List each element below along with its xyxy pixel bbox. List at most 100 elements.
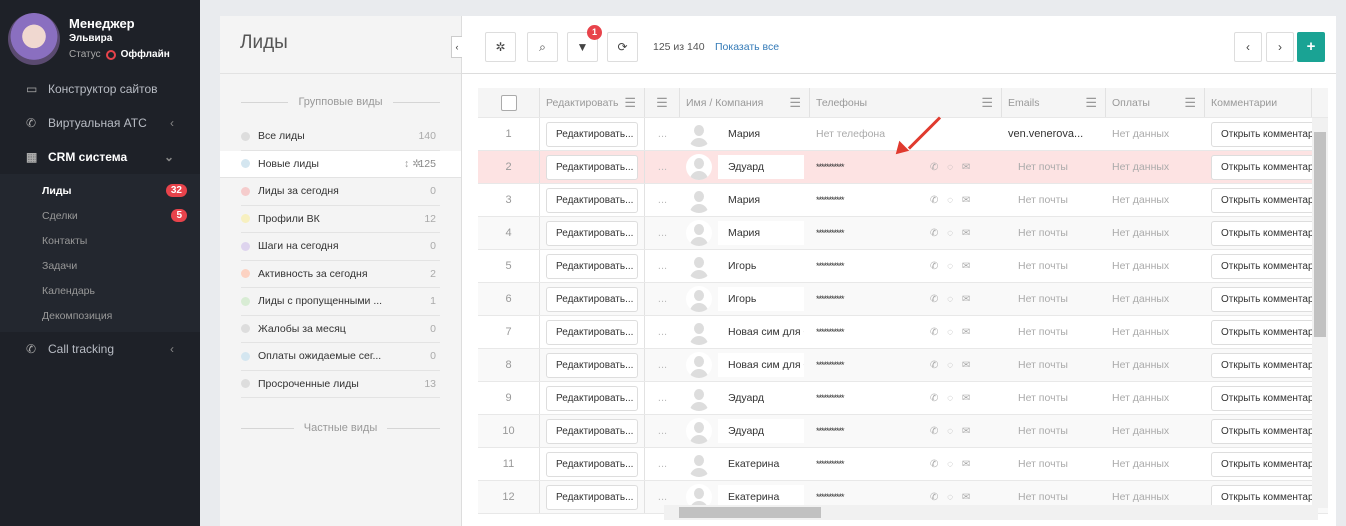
status[interactable]: Статус Оффлайн [69, 49, 170, 60]
chat-icon[interactable]: ◌ [947, 459, 953, 470]
row-actions[interactable]: ... [645, 316, 680, 348]
chat-icon[interactable]: ◌ [947, 426, 953, 437]
column-menu-icon[interactable]: ☰ [1085, 95, 1097, 111]
row-actions[interactable]: ... [645, 151, 680, 183]
open-comments-button[interactable]: Открыть комментарии [1211, 319, 1312, 345]
show-all-link[interactable]: Показать все [715, 41, 779, 53]
scroll-thumb[interactable] [679, 507, 821, 518]
lead-name[interactable]: Екатерина [718, 452, 804, 476]
add-lead-button[interactable]: + [1297, 32, 1325, 62]
open-comments-button[interactable]: Открыть комментарии [1211, 187, 1312, 213]
nav-call-tracking[interactable]: ✆ Call tracking ‹ [0, 332, 200, 366]
open-comments-button[interactable]: Открыть комментарии [1211, 220, 1312, 246]
chat-icon[interactable]: ◌ [947, 195, 953, 206]
edit-button[interactable]: Редактировать... [546, 187, 638, 213]
lead-name[interactable]: Новая сим для С [718, 320, 804, 344]
edit-button[interactable]: Редактировать... [546, 154, 638, 180]
lead-name[interactable]: Новая сим для С [718, 353, 804, 377]
table-row[interactable]: 4 Редактировать... ... Мария ***********… [478, 217, 1328, 250]
sidebar-item-deals[interactable]: Сделки 5 [0, 203, 200, 228]
table-row[interactable]: 5 Редактировать... ... Игорь ***********… [478, 250, 1328, 283]
mail-icon[interactable]: ✉ [962, 459, 970, 470]
phone-icon[interactable]: ✆ [930, 228, 938, 239]
open-comments-button[interactable]: Открыть комментарии [1211, 121, 1312, 147]
row-actions[interactable]: ... [645, 283, 680, 315]
table-row[interactable]: 3 Редактировать... ... Мария ***********… [478, 184, 1328, 217]
phone-icon[interactable]: ✆ [930, 162, 938, 173]
sidebar-item-contacts[interactable]: Контакты [0, 228, 200, 253]
search-button[interactable]: ⌕ [527, 32, 558, 62]
table-row[interactable]: 7 Редактировать... ... Новая сим для С *… [478, 316, 1328, 349]
lead-name[interactable]: Игорь [718, 254, 804, 278]
table-row[interactable]: 11 Редактировать... ... Екатерина ******… [478, 448, 1328, 481]
row-actions[interactable]: ... [645, 415, 680, 447]
column-menu-icon[interactable]: ☰ [624, 95, 636, 111]
open-comments-button[interactable]: Открыть комментарии [1211, 352, 1312, 378]
phone-icon[interactable]: ✆ [930, 360, 938, 371]
row-actions[interactable]: ... [645, 184, 680, 216]
chat-icon[interactable]: ◌ [947, 393, 953, 404]
phone-icon[interactable]: ✆ [930, 426, 938, 437]
header-actions[interactable]: ☰ [645, 88, 680, 117]
header-emails[interactable]: Emails ☰ [1002, 88, 1106, 117]
row-actions[interactable]: ... [645, 448, 680, 480]
edit-button[interactable]: Редактировать... [546, 451, 638, 477]
mail-icon[interactable]: ✉ [962, 360, 970, 371]
column-menu-icon[interactable]: ☰ [789, 95, 801, 111]
settings-button[interactable]: ✲ [485, 32, 516, 62]
group-view-item[interactable]: Активность за сегодня 2 [241, 261, 440, 288]
sidebar-item-tasks[interactable]: Задачи [0, 253, 200, 278]
table-row[interactable]: 8 Редактировать... ... Новая сим для С *… [478, 349, 1328, 382]
mail-icon[interactable]: ✉ [962, 195, 970, 206]
header-comments[interactable]: Комментарии [1205, 88, 1312, 117]
row-actions[interactable]: ... [645, 382, 680, 414]
mail-icon[interactable]: ✉ [962, 228, 970, 239]
phone-icon[interactable]: ✆ [930, 459, 938, 470]
chat-icon[interactable]: ◌ [947, 360, 953, 371]
refresh-button[interactable]: ⟳ [607, 32, 638, 62]
row-actions[interactable]: ... [645, 250, 680, 282]
next-button[interactable]: › [1266, 32, 1294, 62]
group-view-item[interactable]: Лиды за сегодня 0 [241, 178, 440, 206]
edit-button[interactable]: Редактировать... [546, 121, 638, 147]
lead-name[interactable]: Мария [718, 188, 804, 212]
mail-icon[interactable]: ✉ [962, 294, 970, 305]
chat-icon[interactable]: ◌ [947, 492, 953, 503]
group-view-item[interactable]: Шаги на сегодня 0 [241, 233, 440, 261]
mail-icon[interactable]: ✉ [962, 261, 970, 272]
edit-button[interactable]: Редактировать... [546, 484, 638, 510]
filter-button[interactable]: ▼ 1 [567, 25, 602, 62]
group-view-item[interactable]: Оплаты ожидаемые сег... 0 [241, 343, 440, 371]
mail-icon[interactable]: ✉ [962, 426, 970, 437]
edit-button[interactable]: Редактировать... [546, 385, 638, 411]
scroll-thumb[interactable] [1314, 132, 1326, 337]
chat-icon[interactable]: ◌ [947, 228, 953, 239]
group-view-item[interactable]: Просроченные лиды 13 [241, 371, 440, 398]
lead-name[interactable]: Игорь [718, 287, 804, 311]
mail-icon[interactable]: ✉ [962, 492, 970, 503]
open-comments-button[interactable]: Открыть комментарии [1211, 385, 1312, 411]
nav-site-builder[interactable]: ▭ Конструктор сайтов [0, 72, 200, 106]
table-row[interactable]: 6 Редактировать... ... Игорь ***********… [478, 283, 1328, 316]
phone-icon[interactable]: ✆ [930, 294, 938, 305]
sidebar-item-leads[interactable]: Лиды 32 [0, 178, 200, 203]
edit-button[interactable]: Редактировать... [546, 286, 638, 312]
nav-virtual-pbx[interactable]: ✆ Виртуальная АТС ‹ [0, 106, 200, 140]
header-payments[interactable]: Оплаты ☰ [1106, 88, 1205, 117]
lead-name[interactable]: Мария [718, 122, 804, 146]
open-comments-button[interactable]: Открыть комментарии [1211, 253, 1312, 279]
chat-icon[interactable]: ◌ [947, 261, 953, 272]
edit-button[interactable]: Редактировать... [546, 418, 638, 444]
row-actions[interactable]: ... [645, 118, 680, 150]
vertical-scrollbar[interactable] [1312, 118, 1328, 508]
mail-icon[interactable]: ✉ [962, 393, 970, 404]
group-view-item[interactable]: Профили ВК 12 [241, 206, 440, 233]
nav-crm[interactable]: ▦ CRM система ⌄ [0, 140, 200, 174]
lead-name[interactable]: Мария [718, 221, 804, 245]
chat-icon[interactable]: ◌ [947, 162, 953, 173]
phone-icon[interactable]: ✆ [930, 261, 938, 272]
sidebar-item-decomposition[interactable]: Декомпозиция [0, 303, 200, 328]
column-menu-icon[interactable]: ☰ [656, 95, 668, 111]
open-comments-button[interactable]: Открыть комментарии [1211, 154, 1312, 180]
table-row[interactable]: 10 Редактировать... ... Эдуард *********… [478, 415, 1328, 448]
